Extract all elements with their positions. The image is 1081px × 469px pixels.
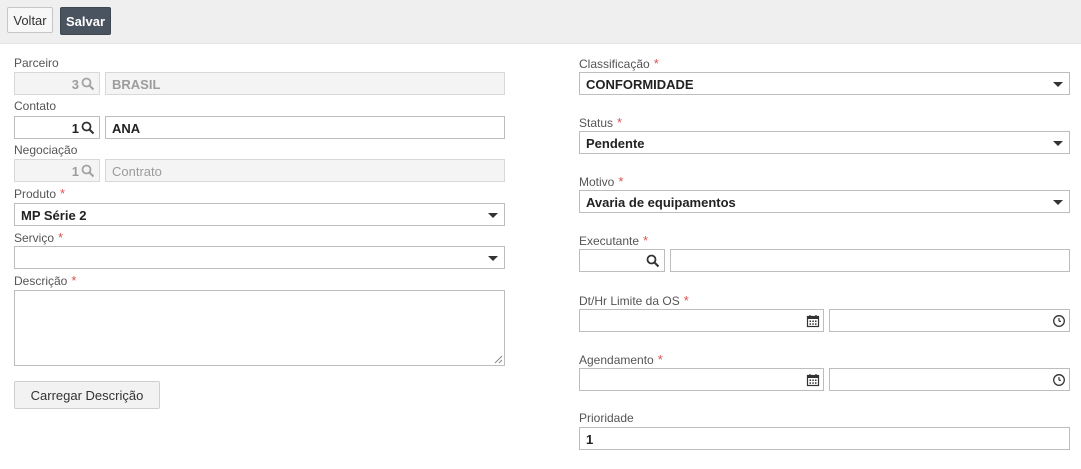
classificacao-label-text: Classificação: [579, 57, 650, 71]
produto-value: MP Série 2: [21, 208, 87, 223]
limite-label: Dt/Hr Limite da OS *: [579, 293, 689, 308]
classificacao-select[interactable]: CONFORMIDADE: [579, 72, 1070, 95]
parceiro-name-value: BRASIL: [112, 77, 161, 92]
required-mark: *: [683, 293, 689, 308]
chevron-down-icon: [1053, 82, 1063, 87]
servico-label: Serviço *: [14, 230, 63, 245]
classificacao-label: Classificação *: [579, 56, 659, 71]
search-icon[interactable]: [646, 254, 660, 268]
agendamento-date-field[interactable]: [579, 368, 824, 391]
status-select[interactable]: Pendente: [579, 131, 1070, 154]
chevron-down-icon: [1053, 141, 1063, 146]
executante-code-field[interactable]: [579, 249, 665, 272]
classificacao-value: CONFORMIDADE: [586, 77, 694, 92]
servico-select[interactable]: [14, 246, 505, 269]
parceiro-code-value: 3: [71, 77, 79, 92]
resize-grip-icon[interactable]: [493, 354, 503, 364]
prioridade-value: 1: [586, 432, 594, 447]
contato-label: Contato: [14, 99, 57, 113]
descricao-textarea[interactable]: [14, 290, 505, 366]
search-icon: [81, 77, 95, 91]
limite-label-text: Dt/Hr Limite da OS: [579, 294, 680, 308]
search-icon: [81, 164, 95, 178]
required-mark: *: [643, 233, 649, 248]
negociacao-name-value: Contrato: [112, 164, 162, 179]
contato-name-field[interactable]: ANA: [105, 116, 505, 139]
agendamento-label-text: Agendamento: [579, 353, 654, 367]
status-label-text: Status: [579, 116, 614, 130]
required-mark: *: [618, 174, 624, 189]
calendar-icon[interactable]: [806, 314, 820, 328]
executante-name-field[interactable]: [670, 249, 1070, 272]
back-button[interactable]: Voltar: [7, 7, 53, 33]
executante-label-text: Executante: [579, 234, 640, 248]
limite-date-field[interactable]: [579, 309, 824, 332]
calendar-icon[interactable]: [806, 373, 820, 387]
agendamento-time-field[interactable]: [829, 368, 1070, 391]
negociacao-name-field: Contrato: [105, 159, 505, 182]
parceiro-name-field: BRASIL: [105, 72, 505, 95]
contato-name-value: ANA: [112, 121, 141, 136]
negociacao-label: Negociação: [14, 143, 78, 157]
limite-time-field[interactable]: [829, 309, 1070, 332]
parceiro-code-field: 3: [14, 72, 100, 95]
motivo-select[interactable]: Avaria de equipamentos: [579, 190, 1070, 213]
motivo-label: Motivo *: [579, 174, 623, 189]
prioridade-field[interactable]: 1: [579, 427, 1070, 450]
search-icon[interactable]: [81, 121, 95, 135]
descricao-label-text: Descrição: [14, 274, 68, 288]
chevron-down-icon: [488, 213, 498, 218]
contato-code-field[interactable]: 1: [14, 116, 100, 139]
servico-label-text: Serviço: [14, 231, 55, 245]
required-mark: *: [71, 273, 77, 288]
motivo-value: Avaria de equipamentos: [586, 195, 736, 210]
required-mark: *: [653, 56, 659, 71]
produto-label: Produto *: [14, 186, 65, 201]
toolbar: Voltar Salvar: [0, 0, 1081, 44]
required-mark: *: [58, 230, 64, 245]
status-value: Pendente: [586, 136, 645, 151]
status-label: Status *: [579, 115, 622, 130]
motivo-label-text: Motivo: [579, 175, 615, 189]
produto-label-text: Produto: [14, 187, 57, 201]
negociacao-code-value: 1: [71, 164, 79, 179]
load-description-button[interactable]: Carregar Descrição: [14, 381, 160, 409]
chevron-down-icon: [488, 256, 498, 261]
chevron-down-icon: [1053, 200, 1063, 205]
required-mark: *: [657, 352, 663, 367]
clock-icon[interactable]: [1052, 373, 1066, 387]
negociacao-code-field: 1: [14, 159, 100, 182]
produto-select[interactable]: MP Série 2: [14, 203, 505, 226]
prioridade-label: Prioridade: [579, 411, 634, 425]
descricao-label: Descrição *: [14, 273, 76, 288]
required-mark: *: [60, 186, 66, 201]
agendamento-label: Agendamento *: [579, 352, 663, 367]
save-button[interactable]: Salvar: [60, 7, 111, 35]
contato-code-value: 1: [71, 121, 79, 136]
executante-label: Executante *: [579, 233, 648, 248]
parceiro-label: Parceiro: [14, 56, 59, 70]
required-mark: *: [617, 115, 623, 130]
clock-icon[interactable]: [1052, 314, 1066, 328]
